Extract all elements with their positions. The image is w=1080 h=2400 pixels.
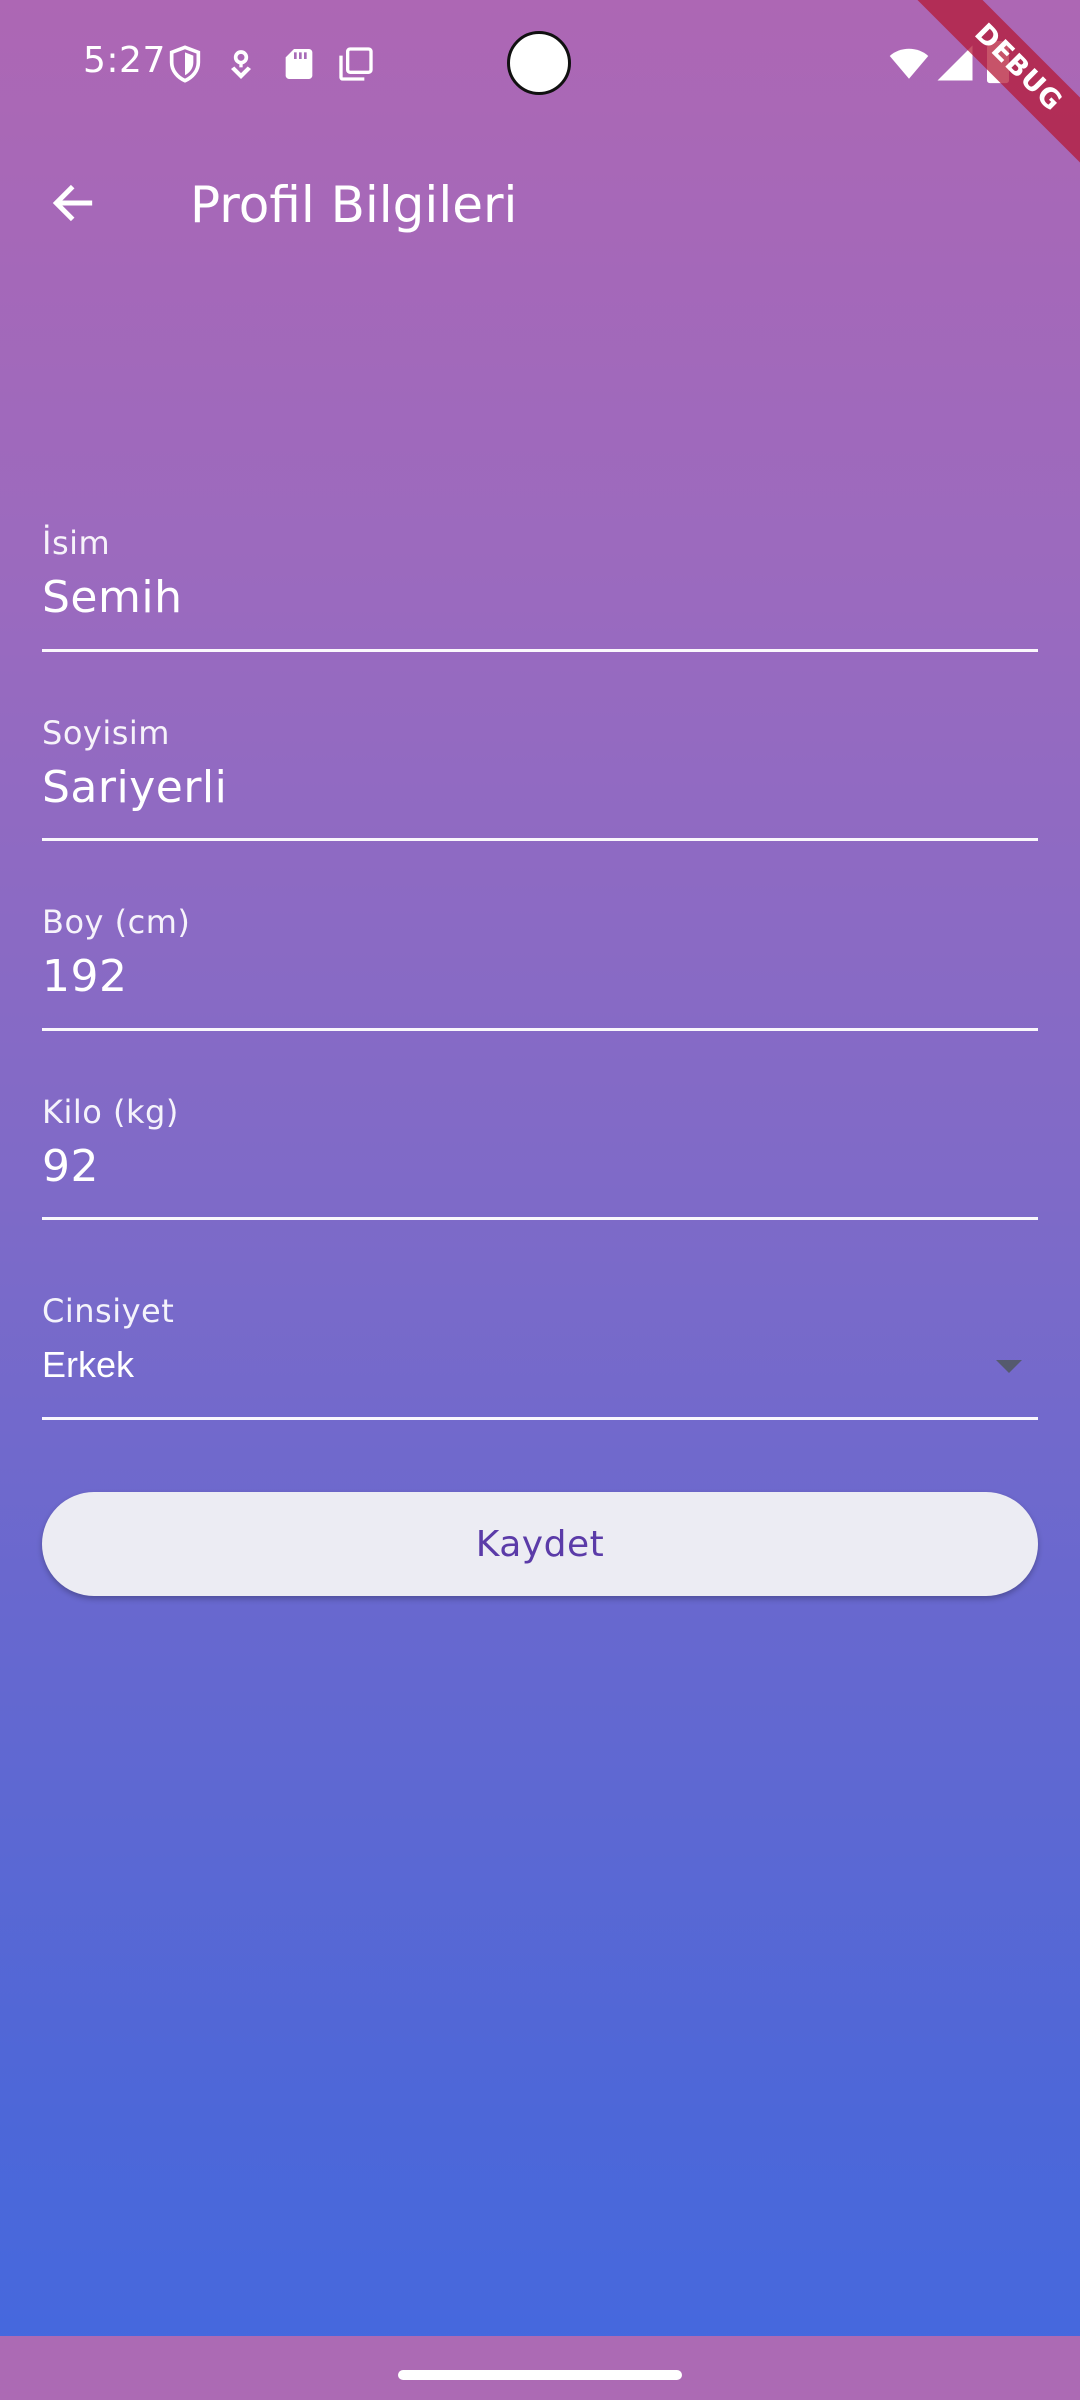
- gender-selected-value: Erkek: [42, 1344, 135, 1385]
- back-button[interactable]: [40, 172, 106, 238]
- weight-input[interactable]: 92: [42, 1141, 1032, 1192]
- camera-cutout: [507, 31, 571, 95]
- arrow-back-icon: [48, 178, 98, 232]
- first-name-label: İsim: [42, 524, 111, 562]
- status-time: 5:27: [83, 40, 166, 81]
- last-name-label: Soyisim: [42, 714, 170, 752]
- height-input[interactable]: 192: [42, 951, 1032, 1002]
- weight-field[interactable]: Kilo (kg) 92: [42, 1085, 1038, 1220]
- page-title: Profil Bilgileri: [190, 176, 518, 234]
- save-button[interactable]: Kaydet: [42, 1492, 1038, 1596]
- location-pin-icon: [221, 44, 261, 84]
- navigation-bar: [0, 2336, 1080, 2400]
- sd-card-icon: [279, 44, 319, 84]
- status-bar: 5:27: [0, 0, 1080, 128]
- home-indicator[interactable]: [398, 2370, 682, 2380]
- app-bar: Profil Bilgileri: [0, 150, 1080, 260]
- first-name-field[interactable]: İsim Semih: [42, 516, 1038, 652]
- gender-dropdown[interactable]: Cinsiyet Erkek: [42, 1284, 1038, 1420]
- profile-screen: 5:27 DEBUG Profil Bilgileri İsim Semih S…: [0, 0, 1080, 2400]
- wifi-icon: [888, 42, 929, 82]
- height-field[interactable]: Boy (cm) 192: [42, 895, 1038, 1031]
- first-name-input[interactable]: Semih: [42, 572, 1032, 623]
- height-label: Boy (cm): [42, 903, 191, 941]
- dropdown-arrow-icon: [996, 1360, 1022, 1373]
- shield-icon: [165, 44, 205, 84]
- gender-label: Cinsiyet: [42, 1292, 175, 1330]
- screenshot-icon: [336, 44, 376, 84]
- last-name-input[interactable]: Sariyerli: [42, 762, 1032, 813]
- weight-label: Kilo (kg): [42, 1093, 179, 1131]
- last-name-field[interactable]: Soyisim Sariyerli: [42, 706, 1038, 841]
